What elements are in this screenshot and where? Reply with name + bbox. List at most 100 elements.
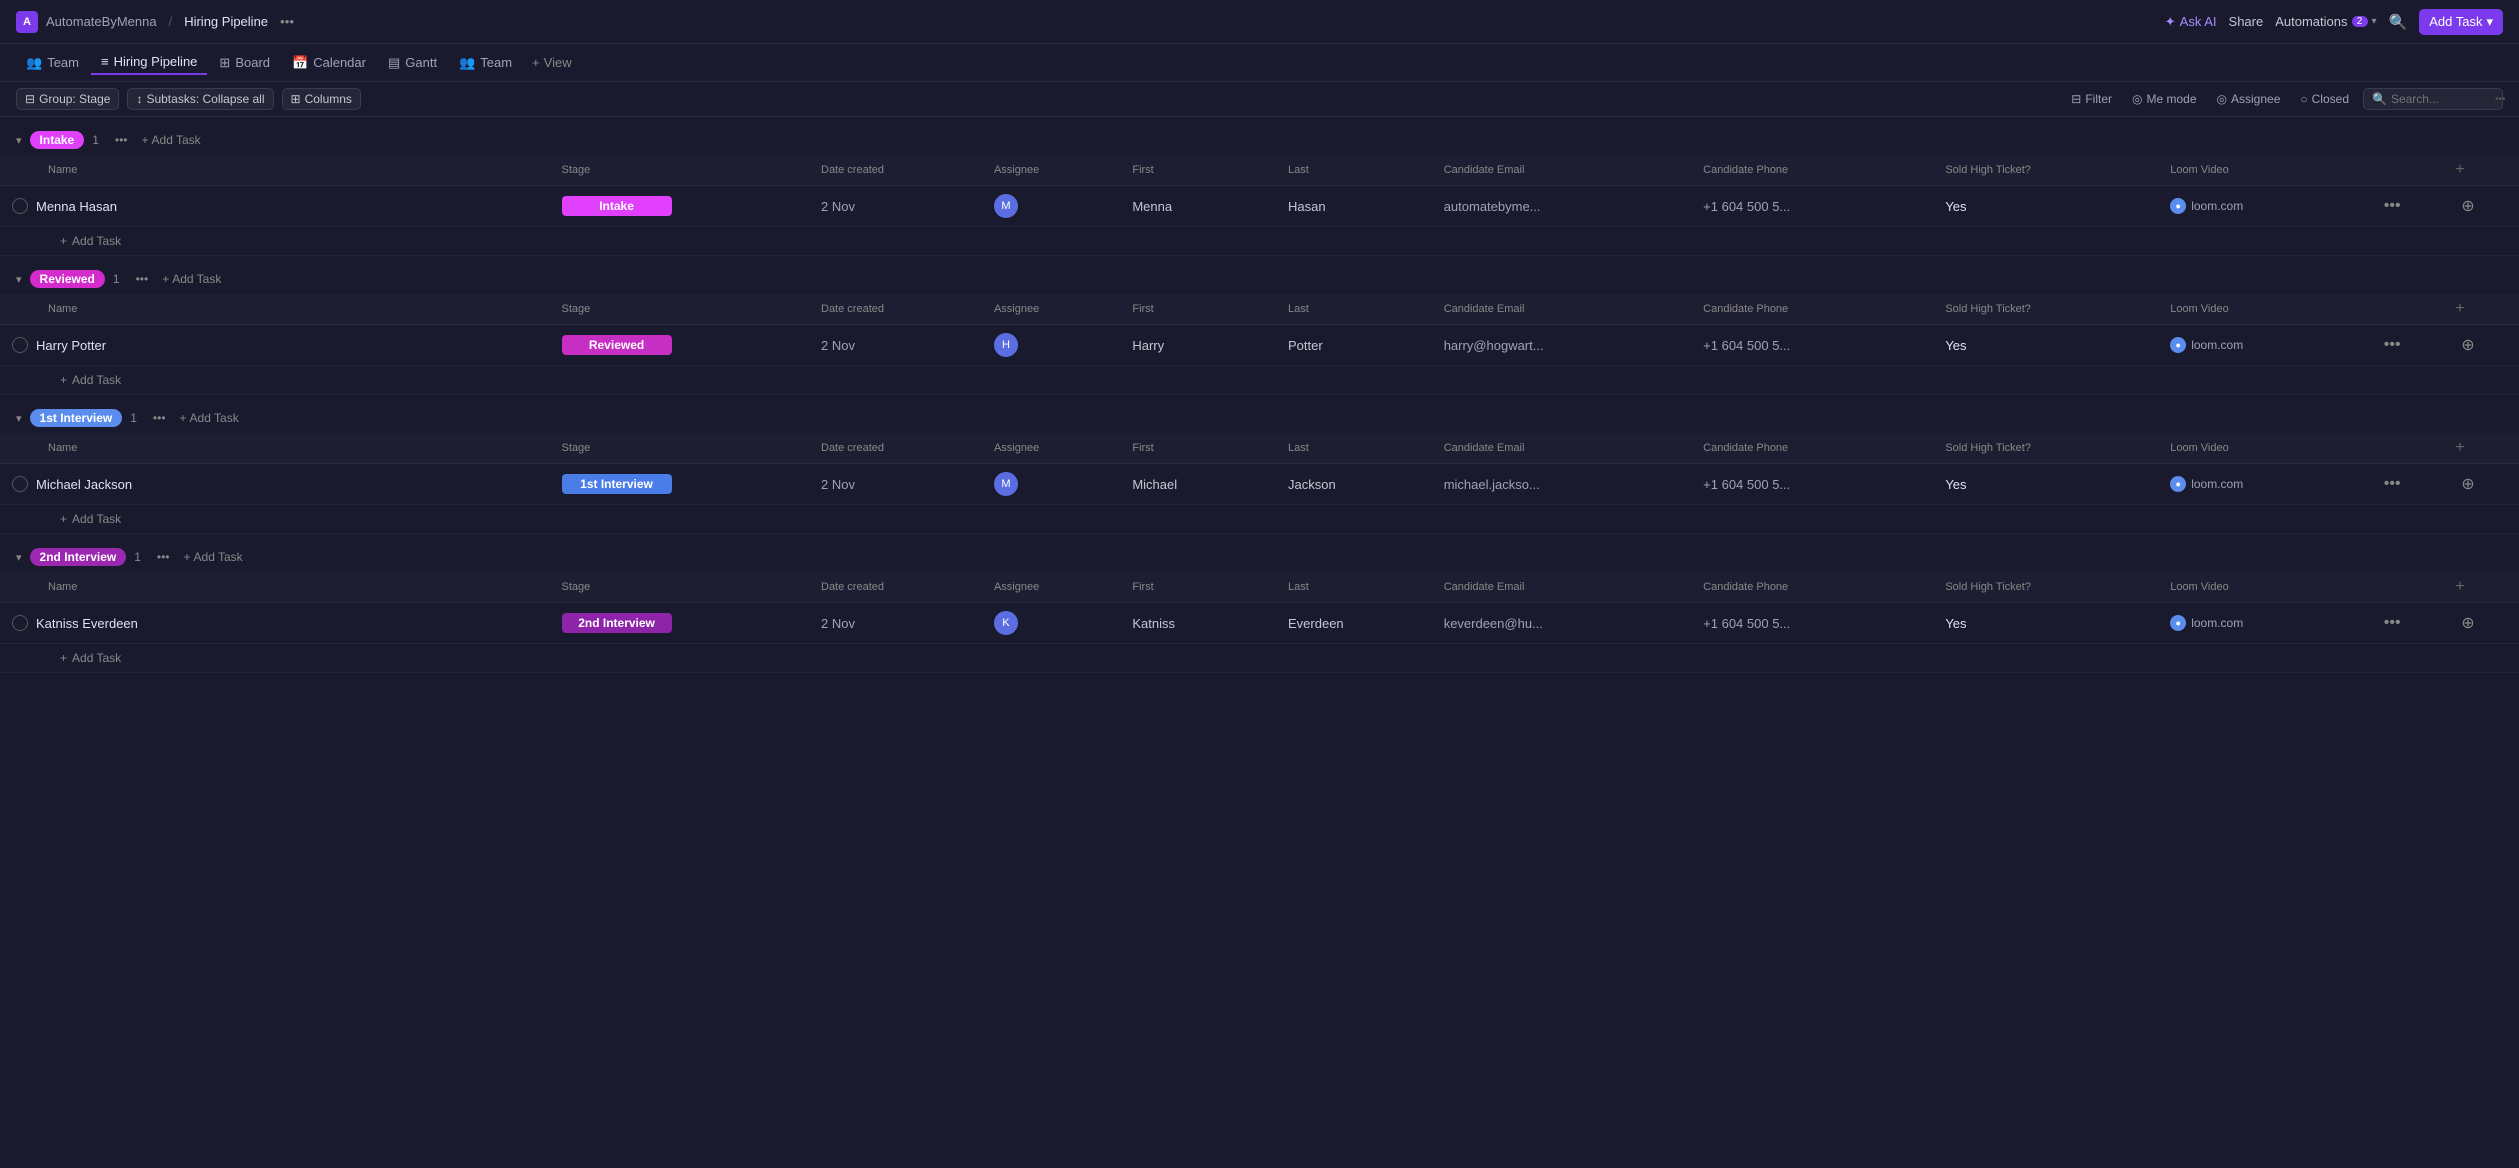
- subtasks-icon: ↕: [136, 92, 142, 106]
- pipeline-options-button[interactable]: •••: [276, 12, 298, 31]
- add-column-button[interactable]: +: [2455, 578, 2464, 596]
- global-search-button[interactable]: 🔍: [2389, 13, 2408, 31]
- table-row: Katniss Everdeen 2nd Interview 2 Nov K K…: [0, 603, 2519, 644]
- col-header-stage: Stage: [554, 433, 813, 464]
- tab-gantt[interactable]: ▤ Gantt: [378, 51, 447, 75]
- group-actions-intake: ••• + Add Task: [111, 131, 205, 149]
- task-stage-cell[interactable]: 2nd Interview: [554, 603, 813, 644]
- group-header-1st-interview[interactable]: ▾ 1st Interview 1 ••• + Add Task: [0, 403, 2519, 433]
- group-add-task-button-2nd-interview[interactable]: + Add Task: [180, 548, 247, 566]
- group-more-button-reviewed[interactable]: •••: [132, 270, 153, 288]
- task-more-button[interactable]: •••: [2378, 195, 2407, 217]
- task-stage-cell[interactable]: Intake: [554, 186, 813, 227]
- loom-link[interactable]: loom.com: [2191, 338, 2243, 352]
- group-more-button-intake[interactable]: •••: [111, 131, 132, 149]
- task-add-button[interactable]: ⊕: [2455, 333, 2480, 357]
- task-loom-cell[interactable]: ● loom.com: [2162, 325, 2370, 366]
- task-last-cell: Potter: [1280, 325, 1436, 366]
- add-column-button[interactable]: +: [2455, 300, 2464, 318]
- task-checkbox[interactable]: [12, 615, 28, 631]
- group-add-task-button-intake[interactable]: + Add Task: [138, 131, 205, 149]
- tab-hiring-pipeline[interactable]: ≡ Hiring Pipeline: [91, 50, 207, 75]
- col-header-name: Name: [0, 294, 554, 325]
- assignee-button[interactable]: ◎ Assignee: [2211, 89, 2287, 109]
- add-column-button[interactable]: +: [2455, 161, 2464, 179]
- me-mode-button[interactable]: ◎ Me mode: [2126, 89, 2203, 109]
- group-add-task-button-1st-interview[interactable]: + Add Task: [176, 409, 243, 427]
- ask-ai-button[interactable]: ✦ Ask AI: [2165, 14, 2217, 30]
- add-task-inline-button[interactable]: + Add Task: [12, 648, 127, 668]
- top-bar-left: A AutomateByMenna / Hiring Pipeline •••: [16, 11, 298, 33]
- table-row: Harry Potter Reviewed 2 Nov H Harry Pott…: [0, 325, 2519, 366]
- search-input[interactable]: [2391, 92, 2491, 106]
- add-view-button[interactable]: + View: [524, 51, 580, 74]
- task-loom-cell[interactable]: ● loom.com: [2162, 464, 2370, 505]
- add-task-inline-button[interactable]: + Add Task: [12, 370, 127, 390]
- subtasks-button[interactable]: ↕ Subtasks: Collapse all: [127, 88, 273, 110]
- loom-link[interactable]: loom.com: [2191, 199, 2243, 213]
- group-add-task-button-reviewed[interactable]: + Add Task: [158, 270, 225, 288]
- filter-button[interactable]: ⊟ Filter: [2065, 89, 2118, 109]
- toolbar: ⊟ Group: Stage ↕ Subtasks: Collapse all …: [0, 82, 2519, 117]
- loom-link[interactable]: loom.com: [2191, 616, 2243, 630]
- group-actions-1st-interview: ••• + Add Task: [149, 409, 243, 427]
- tab-team[interactable]: 👥 Team: [16, 51, 89, 75]
- task-more-button[interactable]: •••: [2378, 473, 2407, 495]
- closed-button[interactable]: ○ Closed: [2294, 89, 2355, 109]
- tab-team2[interactable]: 👥 Team: [449, 51, 522, 75]
- add-task-inline-button[interactable]: + Add Task: [12, 509, 127, 529]
- chevron-down-icon: ▾: [2486, 14, 2493, 30]
- loom-icon: ●: [2170, 476, 2186, 492]
- group-actions-2nd-interview: ••• + Add Task: [153, 548, 247, 566]
- stage-pill[interactable]: 2nd Interview: [562, 613, 672, 633]
- table-header-row: Name Stage Date created Assignee First L…: [0, 155, 2519, 186]
- group-by-button[interactable]: ⊟ Group: Stage: [16, 88, 119, 110]
- group-section-1st-interview: ▾ 1st Interview 1 ••• + Add Task Name St…: [0, 403, 2519, 534]
- task-add-button[interactable]: ⊕: [2455, 472, 2480, 496]
- columns-button[interactable]: ⊞ Columns: [282, 88, 361, 110]
- task-checkbox[interactable]: [12, 337, 28, 353]
- table-row: Menna Hasan Intake 2 Nov M Menna Hasan a…: [0, 186, 2519, 227]
- task-add-button[interactable]: ⊕: [2455, 194, 2480, 218]
- add-task-inline-button[interactable]: + Add Task: [12, 231, 127, 251]
- team2-icon: 👥: [459, 55, 475, 71]
- group-header-2nd-interview[interactable]: ▾ 2nd Interview 1 ••• + Add Task: [0, 542, 2519, 572]
- col-header-last: Last: [1280, 572, 1436, 603]
- task-checkbox[interactable]: [12, 476, 28, 492]
- task-assignee-cell: M: [986, 186, 1124, 227]
- task-more-button[interactable]: •••: [2378, 334, 2407, 356]
- col-header-phone: Candidate Phone: [1695, 155, 1937, 186]
- task-loom-cell[interactable]: ● loom.com: [2162, 186, 2370, 227]
- list-icon: ≡: [101, 54, 109, 69]
- task-name-text: Harry Potter: [36, 338, 106, 353]
- stage-pill[interactable]: 1st Interview: [562, 474, 672, 494]
- task-checkbox[interactable]: [12, 198, 28, 214]
- col-header-add: +: [2447, 572, 2519, 603]
- automations-button[interactable]: Automations 2 ▾: [2275, 14, 2376, 29]
- task-stage-cell[interactable]: Reviewed: [554, 325, 813, 366]
- task-phone-cell: +1 604 500 5...: [1695, 603, 1937, 644]
- add-task-cell: + Add Task: [0, 366, 2519, 395]
- group-more-button-2nd-interview[interactable]: •••: [153, 548, 174, 566]
- task-loom-cell[interactable]: ● loom.com: [2162, 603, 2370, 644]
- add-column-button[interactable]: +: [2455, 439, 2464, 457]
- avatar: M: [994, 472, 1018, 496]
- task-add-button[interactable]: ⊕: [2455, 611, 2480, 635]
- share-button[interactable]: Share: [2229, 14, 2264, 29]
- tab-board[interactable]: ⊞ Board: [209, 51, 280, 75]
- avatar: M: [994, 194, 1018, 218]
- loom-link[interactable]: loom.com: [2191, 477, 2243, 491]
- add-task-button[interactable]: Add Task ▾: [2419, 9, 2503, 35]
- plus-icon: +: [60, 512, 67, 526]
- col-header-sold: Sold High Ticket?: [1937, 572, 2162, 603]
- group-header-reviewed[interactable]: ▾ Reviewed 1 ••• + Add Task: [0, 264, 2519, 294]
- task-stage-cell[interactable]: 1st Interview: [554, 464, 813, 505]
- stage-pill[interactable]: Intake: [562, 196, 672, 216]
- task-more-button[interactable]: •••: [2378, 612, 2407, 634]
- task-name-text: Menna Hasan: [36, 199, 117, 214]
- col-header-loom: Loom Video: [2162, 572, 2370, 603]
- stage-pill[interactable]: Reviewed: [562, 335, 672, 355]
- group-header-intake[interactable]: ▾ Intake 1 ••• + Add Task: [0, 125, 2519, 155]
- group-more-button-1st-interview[interactable]: •••: [149, 409, 170, 427]
- tab-calendar[interactable]: 📅 Calendar: [282, 51, 376, 75]
